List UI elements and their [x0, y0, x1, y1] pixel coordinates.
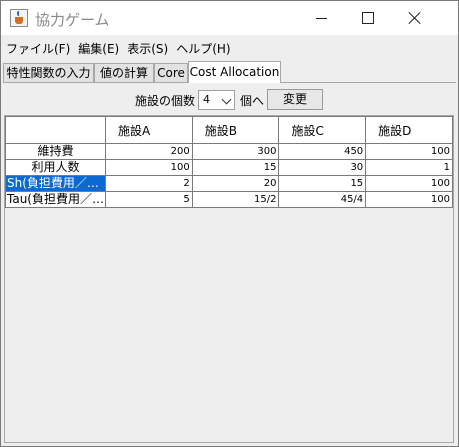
table-row[interactable]: Sh(負担費用／… 2 20 15 100 — [5, 175, 453, 192]
tab-core[interactable]: Core — [154, 63, 188, 82]
table-cell[interactable]: 450 — [278, 143, 367, 160]
window-title: 協力ゲーム — [35, 11, 110, 29]
allocation-table-scrollpane[interactable]: 施設A 施設B 施設C 施設D 維持費 200 300 450 100 利用人数… — [4, 115, 454, 443]
tab-cost-allocation[interactable]: Cost Allocation — [188, 61, 281, 83]
menu-file[interactable]: ファイル(F) — [6, 40, 70, 57]
table-cell[interactable]: 15 — [278, 175, 367, 192]
close-icon — [408, 11, 422, 25]
table-cell[interactable]: 100 — [365, 191, 453, 208]
column-header[interactable]: 施設D — [365, 116, 453, 144]
column-header[interactable]: 施設A — [105, 116, 193, 144]
minimize-icon — [315, 17, 327, 19]
java-cup-icon — [10, 9, 28, 27]
table-cell[interactable]: 15/2 — [191, 191, 280, 208]
row-header[interactable]: Tau(負担費用／… — [5, 191, 106, 208]
facility-unit-label: 個へ — [240, 94, 265, 108]
table-row[interactable]: 維持費 200 300 450 100 — [5, 143, 453, 160]
table-header-row: 施設A 施設B 施設C 施設D — [5, 116, 453, 144]
minimize-button[interactable] — [298, 1, 344, 35]
app-window: 協力ゲーム ファイル(F) 編集(E) 表示(S) ヘルプ(H) 特性関数の入力… — [0, 0, 459, 447]
change-button[interactable]: 変更 — [267, 89, 323, 110]
menu-edit[interactable]: 編集(E) — [78, 40, 119, 57]
row-header[interactable]: Sh(負担費用／… — [5, 175, 106, 192]
table-row[interactable]: 利用人数 100 15 30 1 — [5, 159, 453, 176]
facility-count-select[interactable]: 4 — [198, 90, 235, 110]
menu-help[interactable]: ヘルプ(H) — [176, 40, 230, 57]
table-cell[interactable]: 100 — [105, 159, 193, 176]
tab-value-calculation[interactable]: 値の計算 — [94, 63, 154, 82]
allocation-table: 施設A 施設B 施設C 施設D 維持費 200 300 450 100 利用人数… — [5, 116, 453, 208]
facility-count-label: 施設の個数 — [135, 94, 196, 108]
menu-bar: ファイル(F) 編集(E) 表示(S) ヘルプ(H) — [1, 39, 458, 57]
table-cell[interactable]: 30 — [278, 159, 367, 176]
row-header[interactable]: 維持費 — [5, 143, 106, 160]
table-cell[interactable]: 20 — [191, 175, 280, 192]
tab-characteristic-function[interactable]: 特性関数の入力 — [3, 63, 94, 82]
table-cell[interactable]: 15 — [191, 159, 280, 176]
table-corner-header[interactable] — [5, 116, 106, 144]
table-cell[interactable]: 1 — [365, 159, 453, 176]
close-button[interactable] — [392, 1, 438, 35]
row-header[interactable]: 利用人数 — [5, 159, 106, 176]
menu-view[interactable]: 表示(S) — [127, 40, 168, 57]
table-cell[interactable]: 100 — [365, 175, 453, 192]
maximize-icon — [362, 12, 374, 24]
column-header[interactable]: 施設C — [278, 116, 367, 144]
facility-count-value: 4 — [203, 93, 210, 106]
title-bar: 協力ゲーム — [1, 1, 458, 35]
table-cell[interactable]: 300 — [191, 143, 280, 160]
column-header[interactable]: 施設B — [191, 116, 280, 144]
table-cell[interactable]: 100 — [365, 143, 453, 160]
table-cell[interactable]: 200 — [105, 143, 193, 160]
table-cell[interactable]: 5 — [105, 191, 193, 208]
facility-count-controls: 施設の個数 4 個へ 変更 — [1, 89, 458, 111]
chevron-down-icon — [221, 94, 232, 105]
tab-bar: 特性関数の入力 値の計算 Core Cost Allocation — [3, 61, 457, 83]
table-cell[interactable]: 45/4 — [278, 191, 367, 208]
table-cell[interactable]: 2 — [105, 175, 193, 192]
maximize-button[interactable] — [345, 1, 391, 35]
table-row[interactable]: Tau(負担費用／… 5 15/2 45/4 100 — [5, 191, 453, 208]
